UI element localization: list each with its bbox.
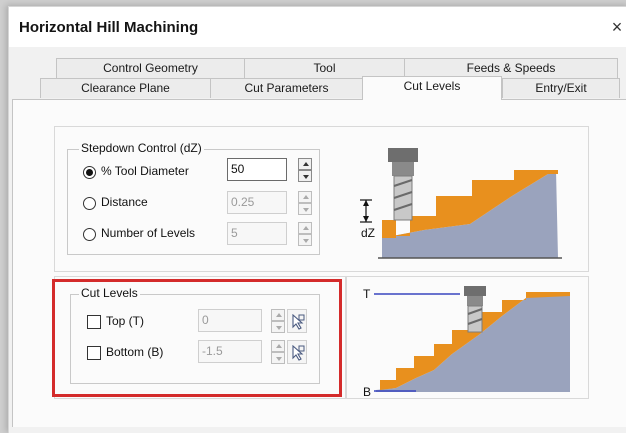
tab-cut-parameters[interactable]: Cut Parameters (210, 78, 362, 98)
distance-field[interactable]: 0.25 (227, 191, 287, 214)
tab-feeds-speeds[interactable]: Feeds & Speeds (404, 58, 618, 78)
tool-diameter-field[interactable]: 50 (227, 158, 287, 181)
close-icon[interactable]: × (608, 17, 626, 37)
title-bar: Horizontal Hill Machining × (9, 7, 626, 47)
spin-up-icon[interactable] (298, 191, 312, 203)
dz-label: dZ (361, 226, 376, 240)
distance-stepper[interactable] (298, 191, 312, 215)
tool-shank (392, 162, 414, 176)
spin-up-icon[interactable] (298, 158, 312, 170)
radio-distance-label: Distance (101, 195, 148, 209)
spin-down-icon[interactable] (298, 203, 312, 215)
spin-down-icon[interactable] (298, 234, 312, 246)
tab-cut-levels[interactable]: Cut Levels (362, 76, 502, 100)
radio-distance[interactable] (83, 197, 96, 210)
tool-holder (464, 286, 486, 296)
tab-tool[interactable]: Tool (244, 58, 404, 78)
stepdown-group-title: Stepdown Control (dZ) (79, 141, 204, 155)
tool-diameter-stepper[interactable] (298, 158, 312, 182)
spin-up-icon[interactable] (298, 222, 312, 234)
stepdown-diagram (360, 148, 562, 259)
window-title: Horizontal Hill Machining (19, 19, 199, 36)
radio-number-of-levels-label: Number of Levels (101, 226, 196, 240)
spin-down-icon[interactable] (298, 170, 312, 182)
radio-tool-diameter[interactable] (83, 166, 96, 179)
tab-control-geometry[interactable]: Control Geometry (56, 58, 244, 78)
radio-number-of-levels[interactable] (83, 228, 96, 241)
tab-clearance-plane[interactable]: Clearance Plane (40, 78, 210, 98)
number-of-levels-stepper[interactable] (298, 222, 312, 246)
cut-levels-highlight (52, 279, 342, 397)
radio-tool-diameter-label: % Tool Diameter (101, 164, 189, 178)
step-block (382, 220, 396, 238)
top-level-label: T (363, 287, 371, 301)
number-of-levels-field[interactable]: 5 (227, 222, 287, 245)
bottom-level-label: B (363, 385, 372, 399)
tool-holder (388, 148, 418, 162)
tool-shank (467, 296, 483, 306)
cut-levels-diagram (374, 286, 570, 392)
tab-entry-exit[interactable]: Entry/Exit (502, 78, 620, 98)
